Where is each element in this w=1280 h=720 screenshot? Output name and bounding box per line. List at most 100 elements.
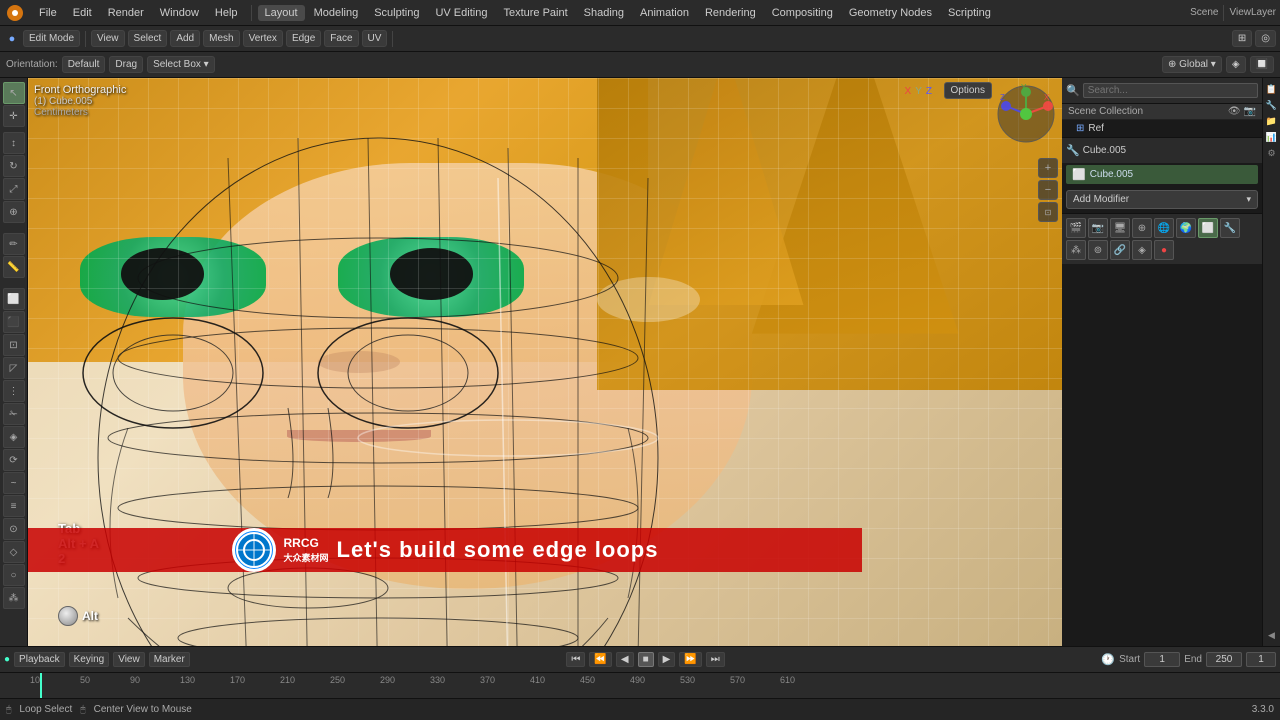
- zoom-reset-btn[interactable]: ⊡: [1038, 202, 1058, 222]
- menu-geometry-nodes[interactable]: Geometry Nodes: [842, 5, 939, 21]
- measure-tool[interactable]: 📏: [3, 256, 25, 278]
- move-tool[interactable]: ↕: [3, 132, 25, 154]
- filebrowser-icon[interactable]: 📁: [1265, 114, 1279, 128]
- play-reverse-btn[interactable]: ◀: [616, 652, 634, 667]
- menu-animation[interactable]: Animation: [633, 5, 696, 21]
- drag-btn[interactable]: Drag: [109, 56, 143, 73]
- scene-props-icon2[interactable]: 🌐: [1154, 218, 1174, 238]
- data-icon[interactable]: ◈: [1132, 240, 1152, 260]
- render-icon[interactable]: 📷: [1244, 106, 1256, 117]
- snap-btn[interactable]: ⊞: [1232, 30, 1252, 47]
- properties-icon-right[interactable]: 🔧: [1265, 98, 1279, 112]
- particles-icon[interactable]: ⁂: [1066, 240, 1086, 260]
- menu-uv-editing[interactable]: UV Editing: [428, 5, 494, 21]
- collapse-icon[interactable]: ◀: [1265, 628, 1279, 642]
- smooth-tool[interactable]: ~: [3, 472, 25, 494]
- axis-widget[interactable]: X Y Z: [996, 84, 1056, 144]
- poly-build-tool[interactable]: ◈: [3, 426, 25, 448]
- rotate-tool[interactable]: ↻: [3, 155, 25, 177]
- snap-toggle[interactable]: 🔲: [1250, 56, 1274, 73]
- preferences-icon[interactable]: ⚙: [1265, 146, 1279, 160]
- menu-texture-paint[interactable]: Texture Paint: [496, 5, 574, 21]
- end-frame-input[interactable]: [1206, 652, 1242, 667]
- outliner-icon[interactable]: 📋: [1265, 82, 1279, 96]
- toolbar-uv[interactable]: UV: [362, 30, 388, 47]
- start-frame-input[interactable]: [1144, 652, 1180, 667]
- output-props-icon[interactable]: 🖥: [1110, 218, 1130, 238]
- ref-item[interactable]: ⊞ Ref: [1062, 120, 1262, 137]
- zoom-out-btn[interactable]: −: [1038, 180, 1058, 200]
- spreadsheet-icon[interactable]: 📊: [1265, 130, 1279, 144]
- select-tool[interactable]: ↖: [3, 82, 25, 104]
- toolbar-vertex[interactable]: Vertex: [243, 30, 283, 47]
- pivot-btn[interactable]: ◈: [1226, 56, 1246, 73]
- options-button[interactable]: Options: [944, 82, 992, 99]
- orientation-dropdown[interactable]: Default: [62, 56, 106, 73]
- constraints-icon[interactable]: 🔗: [1110, 240, 1130, 260]
- toolbar-select[interactable]: Select: [128, 30, 168, 47]
- world-props-icon[interactable]: 🌍: [1176, 218, 1196, 238]
- annotate-tool[interactable]: ✏: [3, 233, 25, 255]
- bevel-tool[interactable]: ◸: [3, 357, 25, 379]
- menu-layout[interactable]: Layout: [258, 5, 305, 21]
- visibility-icon[interactable]: 👁: [1228, 106, 1241, 117]
- viewport[interactable]: Front Orthographic (1) Cube.005 Centimet…: [28, 78, 1062, 646]
- jump-end-btn[interactable]: ⏭: [706, 652, 725, 667]
- randomize-tool[interactable]: ⁂: [3, 587, 25, 609]
- menu-help[interactable]: Help: [208, 5, 245, 21]
- scene-props-icon[interactable]: 🎬: [1066, 218, 1086, 238]
- menu-edit[interactable]: Edit: [66, 5, 99, 21]
- menu-shading[interactable]: Shading: [577, 5, 631, 21]
- menu-sculpting[interactable]: Sculpting: [367, 5, 426, 21]
- shear-tool[interactable]: ◇: [3, 541, 25, 563]
- cursor-tool[interactable]: ✛: [3, 105, 25, 127]
- toolbar-add[interactable]: Add: [170, 30, 200, 47]
- right-search-input[interactable]: [1083, 83, 1258, 98]
- toolbar-view[interactable]: View: [91, 30, 125, 47]
- step-forward-btn[interactable]: ⏩: [679, 652, 701, 667]
- jump-start-btn[interactable]: ⏮: [566, 652, 585, 667]
- toolbar-face[interactable]: Face: [324, 30, 358, 47]
- material-icon[interactable]: ●: [1154, 240, 1174, 260]
- add-modifier-button[interactable]: Add Modifier ▾: [1066, 190, 1258, 209]
- playback-menu[interactable]: Playback: [14, 652, 65, 667]
- play-btn[interactable]: ▶: [658, 652, 676, 667]
- menu-rendering[interactable]: Rendering: [698, 5, 763, 21]
- shrink-tool[interactable]: ⊙: [3, 518, 25, 540]
- render-props-icon[interactable]: 📷: [1088, 218, 1108, 238]
- loop-cut-tool[interactable]: ⋮: [3, 380, 25, 402]
- menu-modeling[interactable]: Modeling: [307, 5, 366, 21]
- proportional-btn[interactable]: ◎: [1255, 30, 1276, 47]
- toolbar-mesh[interactable]: Mesh: [203, 30, 239, 47]
- add-cube-tool[interactable]: ⬜: [3, 288, 25, 310]
- edge-slide-tool[interactable]: ≡: [3, 495, 25, 517]
- marker-menu[interactable]: Marker: [149, 652, 190, 667]
- physics-icon[interactable]: ⊚: [1088, 240, 1108, 260]
- inset-tool[interactable]: ⊡: [3, 334, 25, 356]
- zoom-in-btn[interactable]: +: [1038, 158, 1058, 178]
- menu-window[interactable]: Window: [153, 5, 206, 21]
- knife-tool[interactable]: ✁: [3, 403, 25, 425]
- menu-scripting[interactable]: Scripting: [941, 5, 998, 21]
- menu-compositing[interactable]: Compositing: [765, 5, 840, 21]
- toolbar-edge[interactable]: Edge: [286, 30, 321, 47]
- keying-menu[interactable]: Keying: [69, 652, 110, 667]
- select-box-dropdown[interactable]: Select Box ▾: [147, 56, 215, 73]
- menu-render[interactable]: Render: [101, 5, 151, 21]
- current-frame-input[interactable]: [1246, 652, 1276, 667]
- extrude-tool[interactable]: ⬛: [3, 311, 25, 333]
- cube-item[interactable]: ⬜ Cube.005: [1066, 165, 1258, 184]
- timeline-playhead[interactable]: [40, 673, 42, 698]
- modifier-props-icon[interactable]: 🔧: [1220, 218, 1240, 238]
- step-back-btn[interactable]: ⏪: [589, 652, 611, 667]
- global-dropdown[interactable]: ⊕ Global ▾: [1162, 56, 1222, 73]
- spin-tool[interactable]: ⟳: [3, 449, 25, 471]
- to-sphere-tool[interactable]: ○: [3, 564, 25, 586]
- timeline-track[interactable]: 10 50 90 130 170 210 250 290 330 370 410…: [0, 673, 1280, 698]
- stop-btn[interactable]: ■: [638, 652, 654, 667]
- view-layer-props-icon[interactable]: ⊕: [1132, 218, 1152, 238]
- edit-mode-dropdown[interactable]: Edit Mode: [23, 30, 80, 47]
- transform-tool[interactable]: ⊕: [3, 201, 25, 223]
- scale-tool[interactable]: ⤢: [3, 178, 25, 200]
- view-menu[interactable]: View: [113, 652, 145, 667]
